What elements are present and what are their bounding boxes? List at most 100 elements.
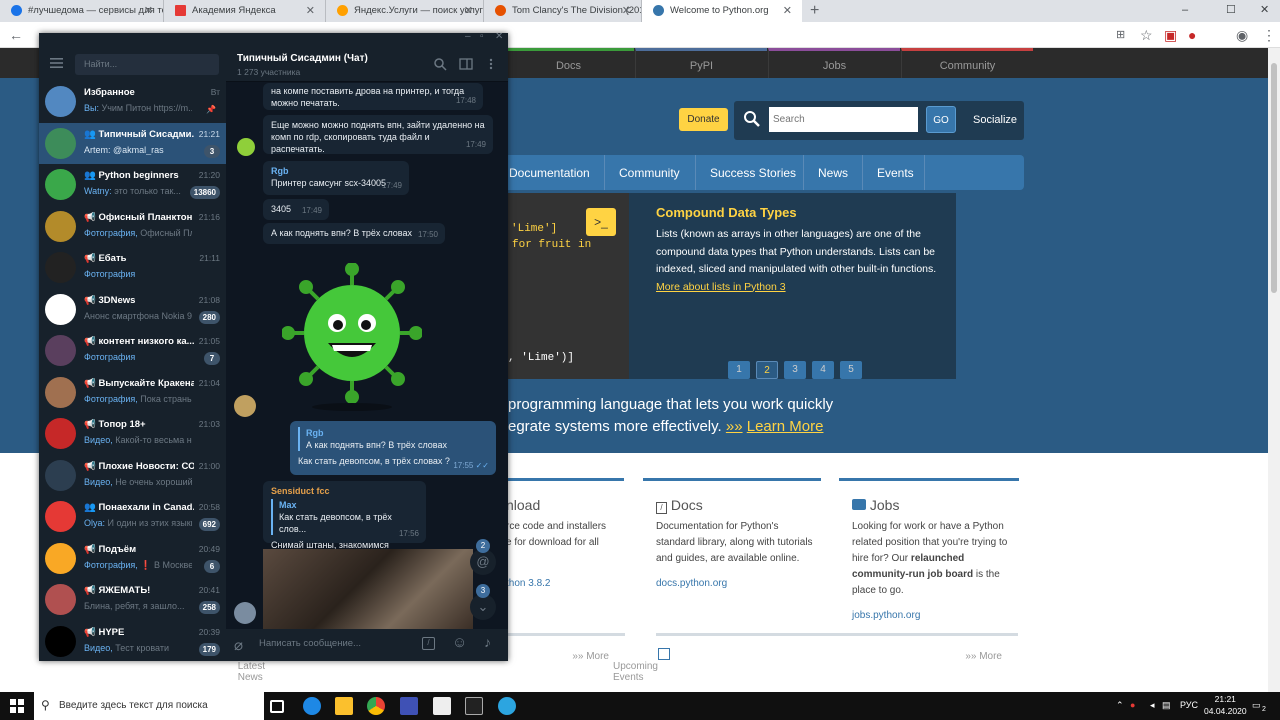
docs-link[interactable]: docs.python.org xyxy=(656,578,727,589)
tg-minimize-icon[interactable]: – xyxy=(465,33,471,42)
search-icon[interactable] xyxy=(433,57,447,71)
sidebar-toggle-icon[interactable] xyxy=(459,57,473,71)
translate-icon[interactable]: ⊞ xyxy=(1116,25,1125,45)
browser-tab[interactable]: Tom Clancy's The Division (2016) ✕ xyxy=(484,0,642,22)
media-icon[interactable] xyxy=(433,697,451,715)
search-go-button[interactable]: GO xyxy=(926,106,956,133)
chat-list-item[interactable]: 📢 Топор 18+ 21:03 Видео, Какой-то весьма н… xyxy=(39,413,226,454)
emoji-icon[interactable]: ☺ xyxy=(452,634,467,651)
close-window-button[interactable]: ✕ xyxy=(1260,0,1269,20)
reply-quote[interactable]: Max Как стать девопсом, в трёх слов... xyxy=(271,499,418,535)
browser-tab[interactable]: Яндекс.Услуги — поиск услуг и ✕ xyxy=(326,0,484,22)
more-link[interactable]: »» More xyxy=(965,651,1002,662)
network-icon[interactable]: ▤ xyxy=(1162,700,1171,711)
close-tab-icon[interactable]: ✕ xyxy=(464,0,473,22)
close-tab-icon[interactable]: ✕ xyxy=(783,0,792,22)
chat-list-item[interactable]: 👥 Python beginners 21:20 Watny: это только… xyxy=(39,164,226,205)
message-author[interactable]: Rgb xyxy=(271,165,401,177)
message[interactable]: А как поднять впн? В трёх словах 17:50 xyxy=(263,223,445,244)
tg-maximize-icon[interactable]: ▫ xyxy=(480,33,484,42)
more-link[interactable]: »» More xyxy=(572,651,609,662)
chat-search-input[interactable]: Найти... xyxy=(75,54,219,75)
message[interactable]: Sensiduct fcc Max Как стать девопсом, в … xyxy=(263,481,426,550)
tray-arrow-icon[interactable]: ⌃ xyxy=(1116,700,1124,711)
message-author[interactable]: Sensiduct fcc xyxy=(271,485,418,497)
nav-events[interactable]: Events xyxy=(877,155,914,191)
hamburger-menu-icon[interactable] xyxy=(50,58,63,68)
menu-dots-icon[interactable]: ⋮ xyxy=(1262,25,1276,45)
chat-list-item[interactable]: Избранное Вт Вы: Учим Питон https://m... 📌 xyxy=(39,81,226,122)
taskbar-clock[interactable]: 21:21 04.04.2020 xyxy=(1204,693,1247,717)
star-icon[interactable]: ☆ xyxy=(1140,25,1153,45)
chat-list-item[interactable]: 📢 Выпускайте Кракена! 21:04 Фотография, По… xyxy=(39,372,226,413)
top-nav-community[interactable]: Community xyxy=(901,48,1033,78)
chat-list-item[interactable]: 📢 Офисный Планктон 21:16 Фотография, Офисн… xyxy=(39,206,226,247)
terminal-icon[interactable] xyxy=(465,697,483,715)
chat-list-item[interactable]: 👥 Понаехали in Canad... 20:58 Olya: И один… xyxy=(39,496,226,537)
app-icon[interactable] xyxy=(400,697,418,715)
chat-list-item[interactable]: 📢 ЯЖЕМАТЬ! 20:41 Блина, ребят, я зашло... 2… xyxy=(39,579,226,620)
close-tab-icon[interactable]: ✕ xyxy=(306,0,315,22)
file-explorer-icon[interactable] xyxy=(335,697,353,715)
nav-success-stories[interactable]: Success Stories xyxy=(710,155,796,191)
chat-list-item[interactable]: 📢 Подъём 20:49 Фотография, ❗ В Москве ... 6 xyxy=(39,538,226,579)
chat-list-item[interactable]: 📢 Ебать 21:11 Фотография xyxy=(39,247,226,288)
volume-icon[interactable]: ◂ xyxy=(1150,700,1155,711)
socialize-button[interactable]: Socialize xyxy=(966,101,1024,140)
message[interactable]: Еще можно можно поднять впн, зайти удале… xyxy=(263,115,493,154)
windows-start-icon[interactable] xyxy=(10,699,24,713)
sender-avatar[interactable] xyxy=(234,602,256,624)
pager-button[interactable]: 5 xyxy=(840,361,862,379)
close-tab-icon[interactable]: ✕ xyxy=(144,0,153,22)
search-input[interactable] xyxy=(769,107,918,132)
close-tab-icon[interactable]: ✕ xyxy=(622,0,631,22)
extension-icon[interactable]: ▣ xyxy=(1164,25,1177,45)
message-outgoing[interactable]: Rgb А как поднять впн? В трёх словах Как… xyxy=(290,421,496,475)
video-thumbnail[interactable] xyxy=(263,549,473,629)
jobs-link[interactable]: jobs.python.org xyxy=(852,610,920,621)
taskbar-search-input[interactable]: Введите здесь текст для поиска xyxy=(59,700,208,711)
attach-icon[interactable]: ⌀ xyxy=(234,636,243,654)
reply-quote[interactable]: Rgb А как поднять впн? В трёх словах xyxy=(298,427,488,451)
notifications-icon[interactable]: ▭ xyxy=(1252,700,1261,711)
chat-list-item[interactable]: 📢 Плохие Новости: СО... 21:00 Видео, Не оч… xyxy=(39,455,226,496)
message[interactable]: 3405 17:49 xyxy=(263,199,329,220)
chat-list-item[interactable]: 📢 контент низкого ка... 21:05 Фотография 7 xyxy=(39,330,226,371)
tg-close-icon[interactable]: ✕ xyxy=(495,33,503,42)
back-icon[interactable]: ← xyxy=(9,25,23,45)
task-view-icon[interactable] xyxy=(270,700,284,713)
language-indicator[interactable]: РУС xyxy=(1180,700,1198,710)
edge-icon[interactable] xyxy=(303,697,321,715)
sender-avatar[interactable] xyxy=(234,395,256,417)
more-dots-icon[interactable] xyxy=(484,57,498,71)
maximize-button[interactable]: ☐ xyxy=(1226,0,1236,20)
profile-avatar[interactable]: ◉ xyxy=(1236,25,1248,45)
message-input[interactable]: Написать сообщение... xyxy=(259,638,361,649)
telegram-taskbar-icon[interactable] xyxy=(498,697,516,715)
chat-list-item[interactable]: 📢 HYPE 20:39 Видео, Тест кровати 179 xyxy=(39,621,226,662)
nav-news[interactable]: News xyxy=(818,155,848,191)
pager-button[interactable]: 1 xyxy=(728,361,750,379)
browser-tab[interactable]: Академия Яндекса ✕ xyxy=(164,0,326,22)
scrollbar-thumb[interactable] xyxy=(1271,63,1277,293)
message[interactable]: Rgb Принтер самсунг scx-34005 17:49 xyxy=(263,161,409,195)
microphone-icon[interactable]: ♪ xyxy=(484,634,491,650)
new-tab-button[interactable]: + xyxy=(810,0,819,22)
top-nav-pypi[interactable]: PyPI xyxy=(635,48,767,78)
top-nav-docs[interactable]: Docs xyxy=(502,48,634,78)
nav-documentation[interactable]: Documentation xyxy=(509,155,590,191)
message[interactable]: на компе поставить дрова на принтер, и т… xyxy=(263,83,483,110)
commands-icon[interactable]: / xyxy=(422,637,435,650)
chrome-icon[interactable] xyxy=(367,697,385,715)
virus-sticker[interactable] xyxy=(282,263,422,413)
learn-more-link[interactable]: Learn More xyxy=(747,418,824,435)
minimize-button[interactable]: – xyxy=(1182,0,1188,20)
top-nav-jobs[interactable]: Jobs xyxy=(768,48,900,78)
launch-shell-button[interactable]: >_ xyxy=(586,208,616,236)
donate-button[interactable]: Donate xyxy=(679,108,728,131)
browser-tab-active[interactable]: Welcome to Python.org ✕ xyxy=(642,0,802,22)
chat-title[interactable]: Типичный Сисадмин (Чат) xyxy=(237,53,368,64)
pager-button[interactable]: 3 xyxy=(784,361,806,379)
chat-list-item[interactable]: 📢 3DNews 21:08 Анонс смартфона Nokia 9... 2… xyxy=(39,289,226,330)
nav-community[interactable]: Community xyxy=(619,155,680,191)
